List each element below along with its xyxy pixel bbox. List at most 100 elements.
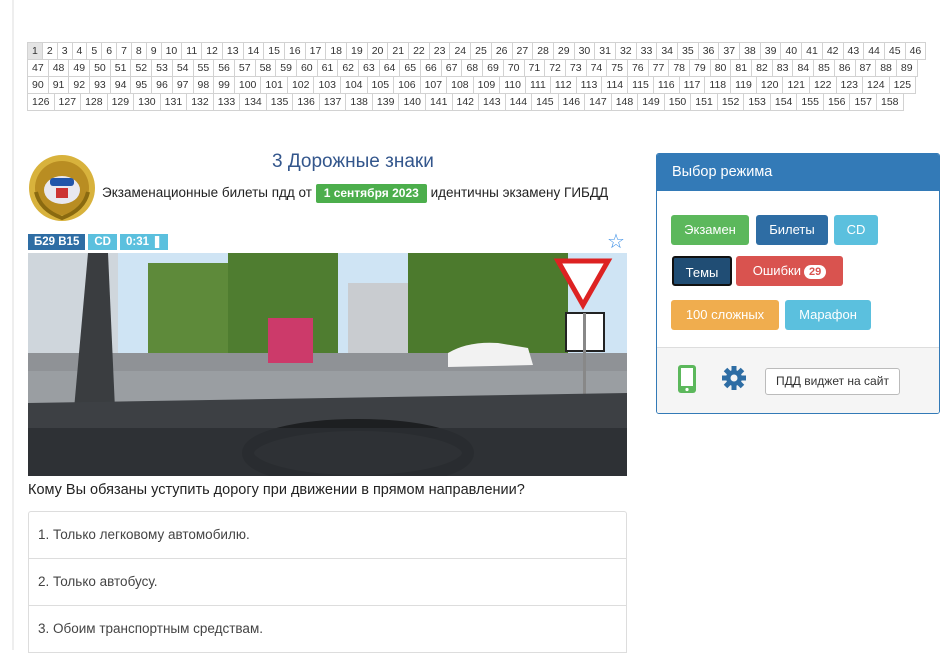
page-button[interactable]: 145 <box>531 93 559 111</box>
page-button[interactable]: 9 <box>145 42 162 60</box>
page-button[interactable]: 110 <box>499 76 526 94</box>
page-button[interactable]: 149 <box>637 93 665 111</box>
widget-button[interactable]: ПДД виджет на сайт <box>765 368 900 395</box>
page-button[interactable]: 94 <box>109 76 132 94</box>
page-button[interactable]: 113 <box>575 76 603 94</box>
page-button[interactable]: 22 <box>408 42 430 60</box>
page-button[interactable]: 11 <box>181 42 203 60</box>
page-button[interactable]: 42 <box>821 42 844 60</box>
page-button[interactable]: 5 <box>86 42 103 60</box>
page-button[interactable]: 24 <box>449 42 472 60</box>
page-button[interactable]: 86 <box>833 59 856 77</box>
page-button[interactable]: 136 <box>292 93 320 111</box>
page-button[interactable]: 16 <box>283 42 306 60</box>
page-button[interactable]: 23 <box>428 42 451 60</box>
page-button[interactable]: 74 <box>585 59 608 77</box>
page-button[interactable]: 44 <box>863 42 885 60</box>
page-button[interactable]: 157 <box>849 93 877 111</box>
page-button[interactable]: 112 <box>549 76 577 94</box>
page-button[interactable]: 92 <box>68 76 91 94</box>
page-button[interactable]: 124 <box>862 76 890 94</box>
page-button[interactable]: 154 <box>769 93 798 111</box>
page-button[interactable]: 144 <box>504 93 533 111</box>
page-button[interactable]: 7 <box>116 42 132 60</box>
page-button[interactable]: 90 <box>27 76 49 94</box>
page-button[interactable]: 14 <box>242 42 265 60</box>
page-button[interactable]: 26 <box>490 42 513 60</box>
page-button[interactable]: 143 <box>478 93 506 111</box>
page-button[interactable]: 41 <box>801 42 823 60</box>
topics-button[interactable]: Темы <box>672 256 732 286</box>
page-button[interactable]: 117 <box>678 76 706 94</box>
page-button[interactable]: 135 <box>265 93 294 111</box>
page-button[interactable]: 127 <box>53 93 82 111</box>
answer-option-1[interactable]: 1. Только легковому автомобилю. <box>29 512 626 559</box>
page-button[interactable]: 27 <box>511 42 534 60</box>
page-button[interactable]: 89 <box>895 59 918 77</box>
answer-option-2[interactable]: 2. Только автобусу. <box>29 559 626 606</box>
marathon-button[interactable]: Марафон <box>785 300 871 330</box>
star-icon[interactable]: ☆ <box>607 229 625 254</box>
page-button[interactable]: 141 <box>424 93 453 111</box>
page-button[interactable]: 118 <box>704 76 732 94</box>
page-button[interactable]: 151 <box>690 93 718 111</box>
page-button[interactable]: 3 <box>56 42 73 60</box>
page-button[interactable]: 114 <box>601 76 629 94</box>
page-button[interactable]: 77 <box>647 59 670 77</box>
page-button[interactable]: 59 <box>275 59 297 77</box>
page-button[interactable]: 84 <box>792 59 815 77</box>
page-button[interactable]: 72 <box>544 59 566 77</box>
page-button[interactable]: 142 <box>451 93 480 111</box>
page-button[interactable]: 78 <box>668 59 690 77</box>
page-button[interactable]: 19 <box>346 42 368 60</box>
page-button[interactable]: 120 <box>755 76 784 94</box>
page-button[interactable]: 133 <box>212 93 241 111</box>
page-button[interactable]: 53 <box>151 59 173 77</box>
page-button[interactable]: 93 <box>89 76 111 94</box>
page-button[interactable]: 116 <box>652 76 680 94</box>
page-button[interactable]: 119 <box>730 76 757 94</box>
page-button[interactable]: 73 <box>564 59 587 77</box>
page-button[interactable]: 20 <box>366 42 389 60</box>
page-button[interactable]: 66 <box>420 59 442 77</box>
page-button[interactable]: 82 <box>751 59 773 77</box>
page-button[interactable]: 29 <box>552 42 575 60</box>
page-button[interactable]: 58 <box>254 59 277 77</box>
page-button[interactable]: 46 <box>904 42 927 60</box>
page-button[interactable]: 150 <box>663 93 692 111</box>
page-button[interactable]: 51 <box>109 59 132 77</box>
page-button[interactable]: 104 <box>340 76 368 94</box>
page-button[interactable]: 63 <box>358 59 380 77</box>
page-button[interactable]: 102 <box>286 76 315 94</box>
mistakes-button[interactable]: Ошибки 29 <box>736 256 843 286</box>
page-button[interactable]: 88 <box>875 59 897 77</box>
page-button[interactable]: 121 <box>782 76 810 94</box>
page-button[interactable]: 81 <box>730 59 753 77</box>
page-button[interactable]: 140 <box>398 93 426 111</box>
page-button[interactable]: 17 <box>304 42 327 60</box>
answer-option-3[interactable]: 3. Обоим транспортным средствам. <box>29 606 626 653</box>
page-button[interactable]: 111 <box>524 76 551 94</box>
page-button[interactable]: 12 <box>201 42 223 60</box>
hard-questions-button[interactable]: 100 сложных <box>671 300 779 330</box>
page-button[interactable]: 64 <box>378 59 401 77</box>
page-button[interactable]: 153 <box>743 93 771 111</box>
page-button[interactable]: 6 <box>101 42 118 60</box>
page-button[interactable]: 55 <box>192 59 215 77</box>
page-button[interactable]: 105 <box>366 76 395 94</box>
page-button[interactable]: 128 <box>80 93 108 111</box>
page-button[interactable]: 15 <box>263 42 285 60</box>
page-button[interactable]: 47 <box>27 59 49 77</box>
page-button[interactable]: 48 <box>47 59 70 77</box>
page-button[interactable]: 61 <box>316 59 339 77</box>
page-button[interactable]: 83 <box>771 59 794 77</box>
page-button[interactable]: 65 <box>399 59 422 77</box>
page-button[interactable]: 34 <box>656 42 678 60</box>
page-button[interactable]: 2 <box>41 42 58 60</box>
gear-icon[interactable] <box>721 365 747 391</box>
page-button[interactable]: 138 <box>345 93 373 111</box>
page-button[interactable]: 100 <box>233 76 262 94</box>
page-button[interactable]: 80 <box>709 59 732 77</box>
page-button[interactable]: 97 <box>171 76 194 94</box>
page-button[interactable]: 40 <box>780 42 803 60</box>
